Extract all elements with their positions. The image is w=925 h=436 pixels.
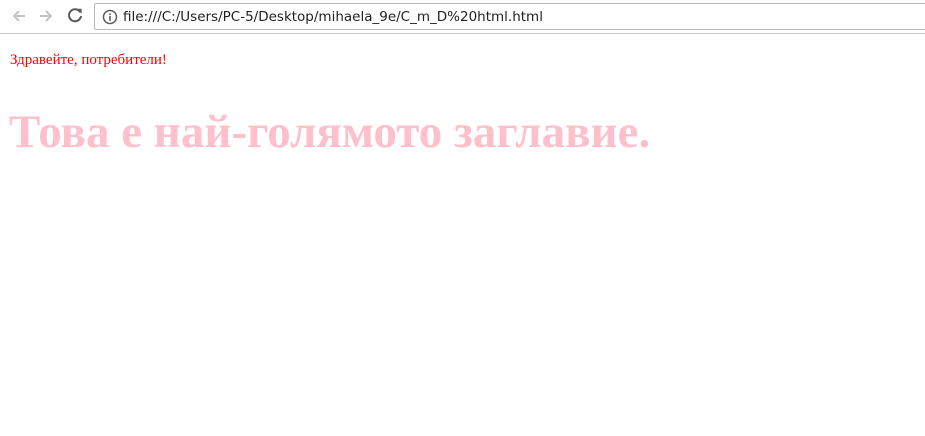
page-content: Здравейте, потребители! Това е най-голям… xyxy=(0,35,925,436)
address-bar[interactable]: file:///C:/Users/PC-5/Desktop/mihaela_9e… xyxy=(94,3,925,30)
arrow-left-icon xyxy=(12,10,25,22)
main-heading: Това е най-голямото заглавие. xyxy=(9,106,651,158)
arrow-right-icon xyxy=(40,10,53,22)
forward-button[interactable] xyxy=(35,5,57,27)
reload-icon xyxy=(68,8,82,23)
browser-toolbar: file:///C:/Users/PC-5/Desktop/mihaela_9e… xyxy=(0,0,925,34)
back-button[interactable] xyxy=(8,5,30,27)
reload-button[interactable] xyxy=(64,5,86,27)
info-icon[interactable] xyxy=(102,9,118,25)
greeting-text: Здравейте, потребители! xyxy=(10,52,167,68)
url-text[interactable]: file:///C:/Users/PC-5/Desktop/mihaela_9e… xyxy=(123,8,543,26)
